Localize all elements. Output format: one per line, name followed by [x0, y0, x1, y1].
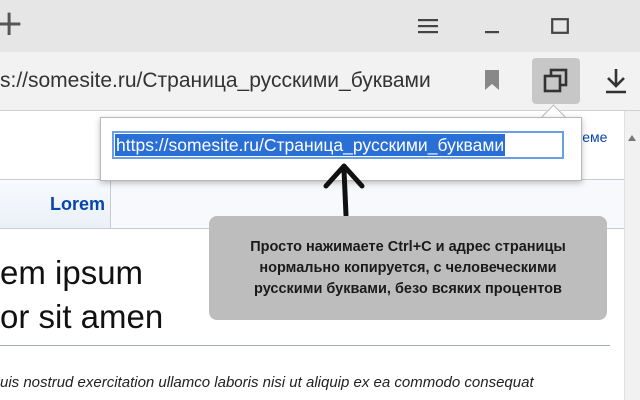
minimize-button[interactable]: [472, 8, 512, 44]
title-bar: +: [0, 0, 640, 52]
copy-url-button[interactable]: [532, 58, 580, 104]
menu-button[interactable]: [408, 8, 448, 44]
address-text[interactable]: s://somesite.ru/Страница_русскими_буквам…: [0, 70, 431, 92]
maximize-button[interactable]: [540, 8, 580, 44]
hint-tooltip-text: Просто нажимаете Ctrl+C и адрес страницы…: [250, 238, 566, 297]
address-bar-row: s://somesite.ru/Страница_русскими_буквам…: [0, 52, 640, 111]
scrollbar[interactable]: [624, 111, 640, 400]
download-icon: [606, 69, 626, 94]
scroll-up-arrow-icon[interactable]: [628, 135, 636, 141]
download-button[interactable]: [598, 62, 634, 100]
body-text: uis nostrud exercitation ullamco laboris…: [0, 374, 534, 391]
hamburger-icon: [418, 19, 438, 34]
hint-tooltip: Просто нажимаете Ctrl+C и адрес страницы…: [209, 216, 607, 320]
heading-line-1: em ipsum: [0, 254, 144, 291]
page-heading: em ipsum or sit amen: [0, 251, 163, 339]
maximize-icon: [551, 18, 569, 34]
tab-lorem[interactable]: Lorem: [0, 180, 111, 228]
bookmark-icon[interactable]: [484, 69, 500, 91]
divider: [0, 345, 610, 346]
pointer-arrow-icon: [323, 163, 365, 218]
popup-selected-url[interactable]: https://somesite.ru/Страница_русскими_бу…: [115, 134, 506, 156]
tab-lorem-label: Lorem: [50, 194, 106, 214]
heading-line-2: or sit amen: [0, 298, 164, 335]
minimize-icon: [485, 31, 499, 34]
new-tab-plus-icon[interactable]: +: [0, 4, 24, 44]
address-field[interactable]: s://somesite.ru/Страница_русскими_буквам…: [0, 61, 512, 101]
copy-icon: [543, 68, 568, 93]
